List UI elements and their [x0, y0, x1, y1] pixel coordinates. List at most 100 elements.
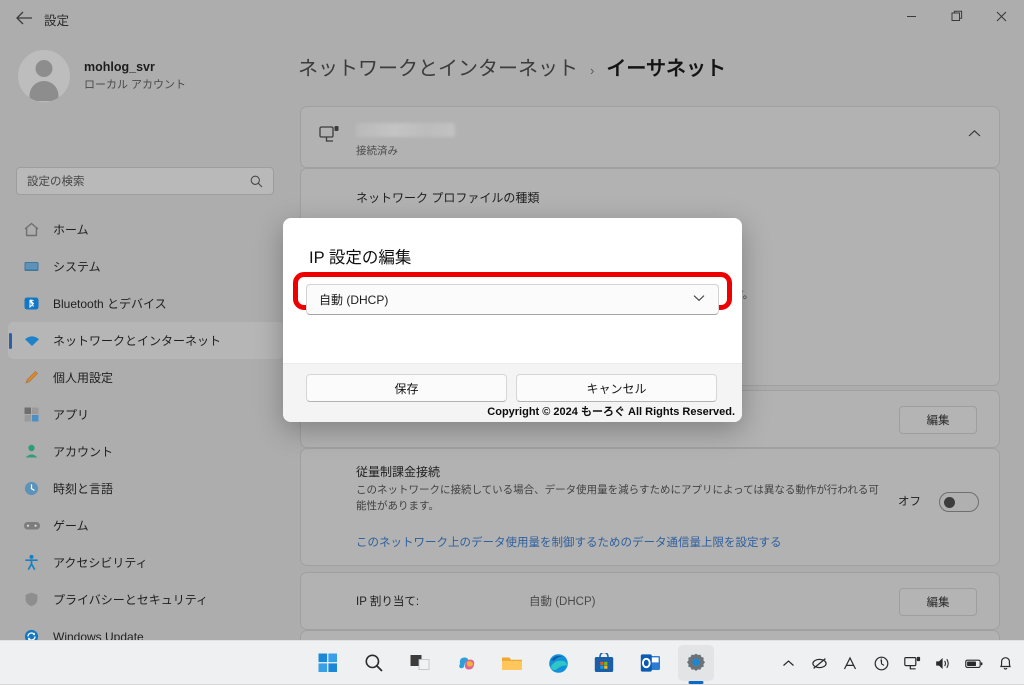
edit-ip-assignment-button[interactable]: 編集 — [899, 588, 977, 616]
adapter-name-redacted — [356, 123, 455, 137]
sidebar-item-label: 時刻と言語 — [53, 482, 114, 496]
ip-assignment-value: 自動 (DHCP) — [529, 596, 596, 608]
window-title: 設定 — [44, 14, 70, 28]
time-language-icon — [22, 479, 41, 498]
sidebar-item-bluetooth[interactable]: Bluetooth とデバイス — [8, 285, 284, 322]
sidebar-item-label: 個人用設定 — [53, 371, 114, 385]
ethernet-icon — [319, 125, 341, 150]
search-icon — [250, 175, 273, 188]
metered-toggle[interactable] — [939, 492, 979, 512]
sidebar-item-label: プライバシーとセキュリティ — [53, 593, 209, 607]
dns-assignment-row: DNS サーバーの割り当て: 自動 (DHCP) 編集 — [300, 630, 1000, 640]
sidebar-item-personalization[interactable]: 個人用設定 — [8, 359, 284, 396]
apps-icon — [22, 405, 41, 424]
sidebar-item-label: システム — [53, 260, 101, 274]
dialog-body: IP 設定の編集 自動 (DHCP) — [283, 218, 742, 363]
sidebar-item-gaming[interactable]: ゲーム — [8, 507, 284, 544]
home-icon — [22, 220, 41, 239]
cancel-button[interactable]: キャンセル — [516, 374, 717, 402]
sidebar-item-label: ゲーム — [53, 519, 89, 533]
edit-button[interactable]: 編集 — [899, 406, 977, 434]
adapter-card[interactable]: 接続済み — [300, 106, 1000, 168]
bluetooth-icon — [22, 294, 41, 313]
title-bar: 設定 — [0, 0, 1024, 36]
copilot-icon[interactable] — [448, 645, 484, 681]
sidebar-item-label: アクセシビリティ — [53, 556, 148, 570]
taskbar-apps — [310, 641, 714, 685]
ip-assignment-select[interactable]: 自動 (DHCP) — [306, 284, 719, 315]
metered-connection-description: このネットワークに接続している場合、データ使用量を減らすためにアプリによっては異… — [356, 484, 879, 512]
copyright-text: Copyright © 2024 もーろぐ All Rights Reserve… — [487, 406, 735, 418]
metered-toggle-state: オフ — [898, 496, 921, 508]
system-tray — [779, 641, 1014, 685]
back-button[interactable] — [10, 5, 38, 31]
close-icon — [996, 11, 1007, 21]
maximize-button[interactable] — [934, 0, 979, 32]
ip-assignment-select-value: 自動 (DHCP) — [319, 293, 389, 307]
store-icon[interactable] — [586, 645, 622, 681]
start-icon[interactable] — [310, 645, 346, 681]
sidebar-item-label: Windows Update — [53, 629, 144, 641]
sidebar-item-apps[interactable]: アプリ — [8, 396, 284, 433]
account-type: ローカル アカウント — [84, 79, 187, 92]
tray-clock-icon[interactable] — [872, 652, 890, 674]
account-name: mohlog_svr — [84, 60, 155, 75]
metered-connection-card: 従量制課金接続 このネットワークに接続している場合、データ使用量を減らすためにア… — [300, 448, 1000, 566]
tray-ime-icon[interactable] — [841, 652, 859, 674]
taskbar — [0, 640, 1024, 684]
system-icon — [22, 257, 41, 276]
save-button[interactable]: 保存 — [306, 374, 507, 402]
chevron-up-icon[interactable] — [968, 129, 981, 141]
tray-ethernet-icon[interactable] — [903, 652, 921, 674]
metered-connection-title: 従量制課金接続 — [356, 465, 441, 479]
accounts-icon — [22, 442, 41, 461]
breadcrumb: ネットワークとインターネット › イーサネット — [298, 52, 726, 81]
chevron-down-icon — [693, 294, 718, 305]
minimize-button[interactable] — [889, 0, 934, 32]
task-view-icon[interactable] — [402, 645, 438, 681]
personalization-icon — [22, 368, 41, 387]
settings-window: 設定 mohlog_svr ローカル アカウント 設定の検索 ホーム システム … — [0, 0, 1024, 640]
search-input[interactable]: 設定の検索 — [16, 167, 274, 195]
outlook-icon[interactable] — [632, 645, 668, 681]
tray-volume-icon[interactable] — [934, 652, 952, 674]
file-explorer-icon[interactable] — [494, 645, 530, 681]
tray-hidden-icon[interactable] — [810, 652, 828, 674]
sidebar-item-home[interactable]: ホーム — [8, 211, 284, 248]
tray-battery-icon[interactable] — [965, 652, 983, 674]
close-button[interactable] — [979, 0, 1024, 32]
network-profile-title: ネットワーク プロファイルの種類 — [356, 191, 540, 205]
sidebar-item-accounts[interactable]: アカウント — [8, 433, 284, 470]
sidebar-item-network[interactable]: ネットワークとインターネット — [8, 322, 284, 359]
account-block[interactable]: mohlog_svr ローカル アカウント — [18, 50, 186, 102]
sidebar-item-privacy[interactable]: プライバシーとセキュリティ — [8, 581, 284, 618]
search-icon[interactable] — [356, 645, 392, 681]
ip-assignment-label: IP 割り当て: — [356, 596, 420, 608]
sidebar-item-windows-update[interactable]: Windows Update — [8, 618, 284, 640]
tray-chevron-up-icon[interactable] — [779, 652, 797, 674]
sidebar-nav: ホーム システム Bluetooth とデバイス ネットワークとインターネット … — [8, 211, 284, 640]
page-title: イーサネット — [606, 58, 726, 80]
sidebar-item-label: ホーム — [53, 223, 89, 237]
dialog-title: IP 設定の編集 — [309, 249, 412, 267]
breadcrumb-separator: › — [590, 63, 595, 78]
adapter-status: 接続済み — [356, 145, 398, 157]
restore-icon — [951, 10, 962, 21]
sidebar-item-time-language[interactable]: 時刻と言語 — [8, 470, 284, 507]
dialog-footer: 保存 キャンセル Copyright © 2024 もーろぐ All Right… — [283, 363, 742, 422]
edge-icon[interactable] — [540, 645, 576, 681]
breadcrumb-parent[interactable]: ネットワークとインターネット — [298, 52, 578, 81]
gaming-icon — [22, 516, 41, 535]
avatar — [18, 50, 70, 102]
sidebar-item-label: Bluetooth とデバイス — [53, 297, 167, 311]
sidebar-item-label: アカウント — [53, 445, 114, 459]
sidebar-item-accessibility[interactable]: アクセシビリティ — [8, 544, 284, 581]
data-limit-link[interactable]: このネットワーク上のデータ使用量を制御するためのデータ通信量上限を設定する — [356, 534, 782, 550]
network-icon — [22, 331, 41, 350]
minimize-icon — [907, 15, 916, 17]
sidebar-item-label: ネットワークとインターネット — [53, 334, 222, 348]
sidebar-item-label: アプリ — [53, 408, 90, 422]
tray-notification-icon[interactable] — [996, 652, 1014, 674]
settings-icon[interactable] — [678, 645, 714, 681]
sidebar-item-system[interactable]: システム — [8, 248, 284, 285]
